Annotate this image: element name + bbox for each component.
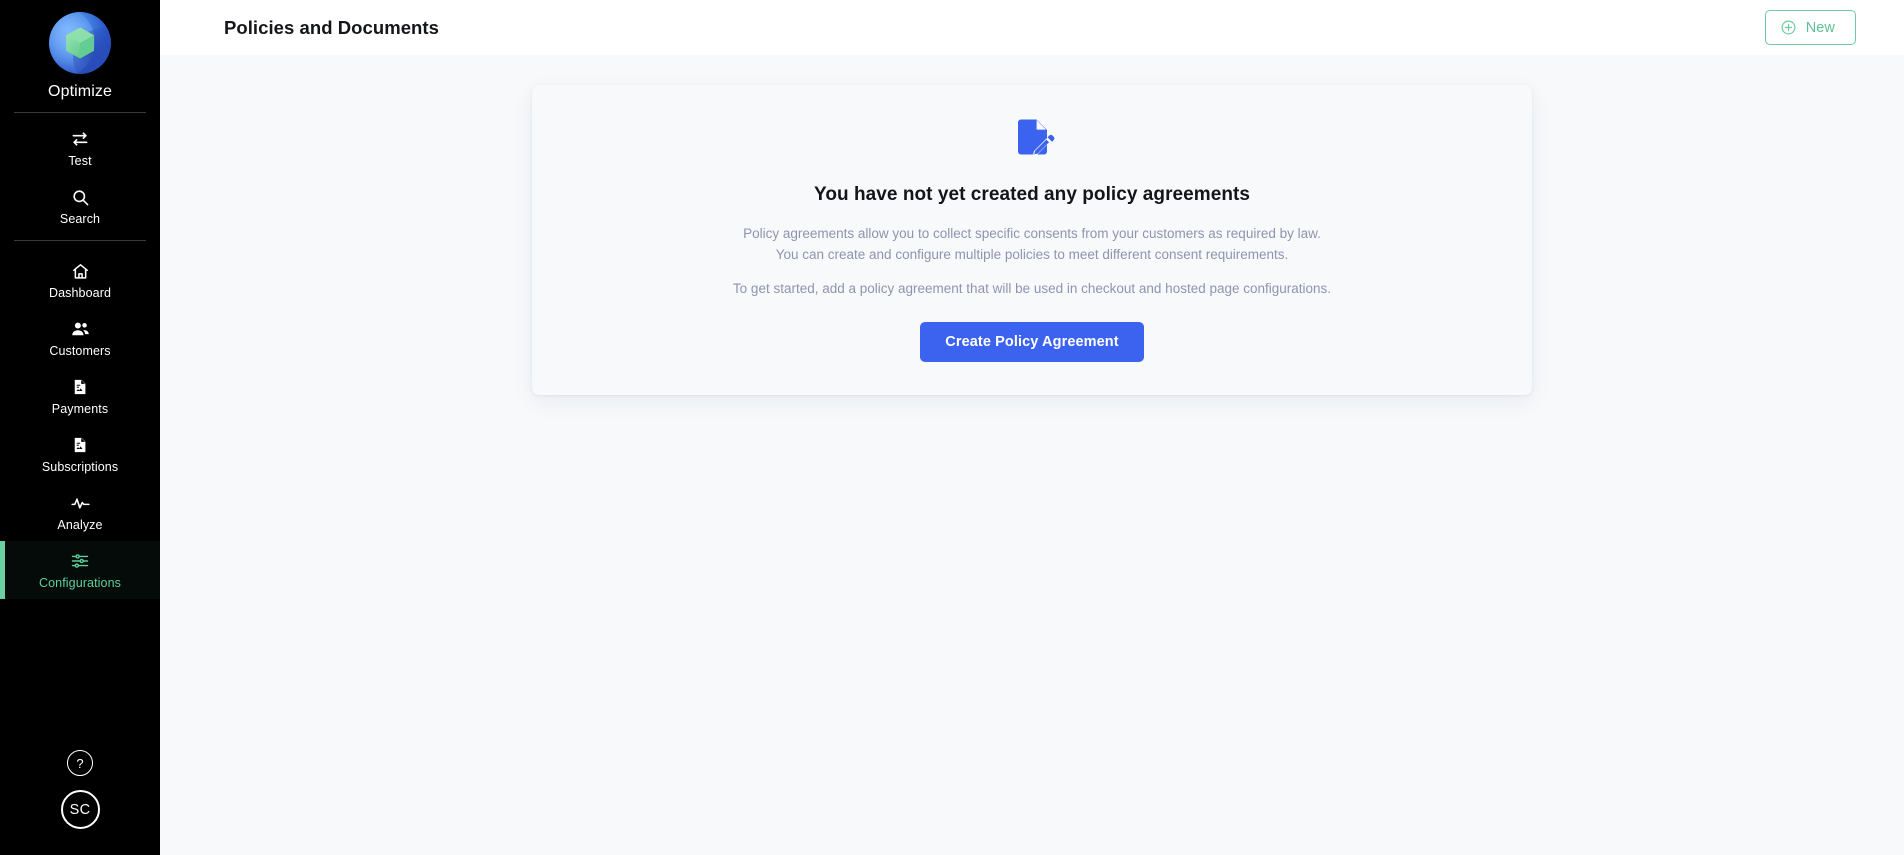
document-pencil-icon — [1008, 115, 1056, 168]
sidebar-group-main: Dashboard Customers Payments Subscriptio… — [0, 241, 160, 604]
sidebar-footer: ? SC — [0, 750, 160, 855]
sidebar-item-label: Configurations — [38, 576, 121, 590]
sidebar-item-dashboard[interactable]: Dashboard — [0, 251, 160, 309]
sidebar-item-label: Dashboard — [48, 286, 112, 300]
sidebar-item-label: Customers — [49, 344, 111, 358]
create-policy-agreement-button[interactable]: Create Policy Agreement — [920, 321, 1144, 362]
sidebar: Optimize Test Search Dashboard Customers… — [0, 0, 160, 855]
activity-pulse-icon — [70, 492, 91, 514]
empty-state-paragraph-1: Policy agreements allow you to collect s… — [743, 226, 1321, 262]
empty-state-title: You have not yet created any policy agre… — [814, 184, 1250, 205]
sidebar-item-configurations[interactable]: Configurations — [0, 541, 160, 599]
sidebar-item-label: Subscriptions — [41, 460, 119, 474]
sidebar-item-label: Search — [59, 212, 101, 226]
sidebar-item-analyze[interactable]: Analyze — [0, 483, 160, 541]
help-label: ? — [76, 755, 84, 771]
sidebar-item-payments[interactable]: Payments — [0, 367, 160, 425]
home-icon — [71, 260, 90, 282]
users-icon — [70, 318, 91, 340]
document-receipt-icon — [71, 376, 89, 398]
hexagon-icon — [66, 27, 94, 59]
transfer-arrows-icon — [70, 128, 90, 150]
sidebar-item-label: Payments — [51, 402, 109, 416]
sidebar-item-subscriptions[interactable]: Subscriptions — [0, 425, 160, 483]
sidebar-item-customers[interactable]: Customers — [0, 309, 160, 367]
new-button[interactable]: New — [1764, 10, 1856, 45]
empty-state-card: You have not yet created any policy agre… — [532, 85, 1532, 395]
empty-state-paragraph-2: To get started, add a policy agreement t… — [732, 281, 1332, 297]
search-icon — [71, 186, 90, 208]
avatar[interactable]: SC — [60, 790, 100, 829]
sidebar-item-test[interactable]: Test — [0, 119, 160, 177]
avatar-initials: SC — [69, 801, 91, 818]
plus-circle-icon — [1780, 19, 1797, 36]
sidebar-item-label: Analyze — [57, 518, 103, 532]
sidebar-group-tools: Test Search — [0, 113, 160, 240]
document-receipt-icon — [71, 434, 89, 456]
new-button-label: New — [1805, 19, 1835, 36]
content-area: You have not yet created any policy agre… — [160, 55, 1904, 855]
optimize-globe-hexagon-logo — [49, 12, 111, 74]
app-root: Optimize Test Search Dashboard Customers… — [0, 0, 1904, 855]
sidebar-item-label: Test — [68, 154, 92, 168]
page-title: Policies and Documents — [224, 16, 439, 38]
brand[interactable]: Optimize — [0, 0, 160, 112]
sliders-icon — [70, 550, 90, 572]
brand-name: Optimize — [48, 83, 112, 100]
question-mark-circle-icon[interactable]: ? — [67, 750, 93, 776]
sidebar-item-search[interactable]: Search — [0, 177, 160, 235]
main-area: Policies and Documents New You have not … — [160, 0, 1904, 855]
topbar: Policies and Documents New — [160, 0, 1904, 55]
